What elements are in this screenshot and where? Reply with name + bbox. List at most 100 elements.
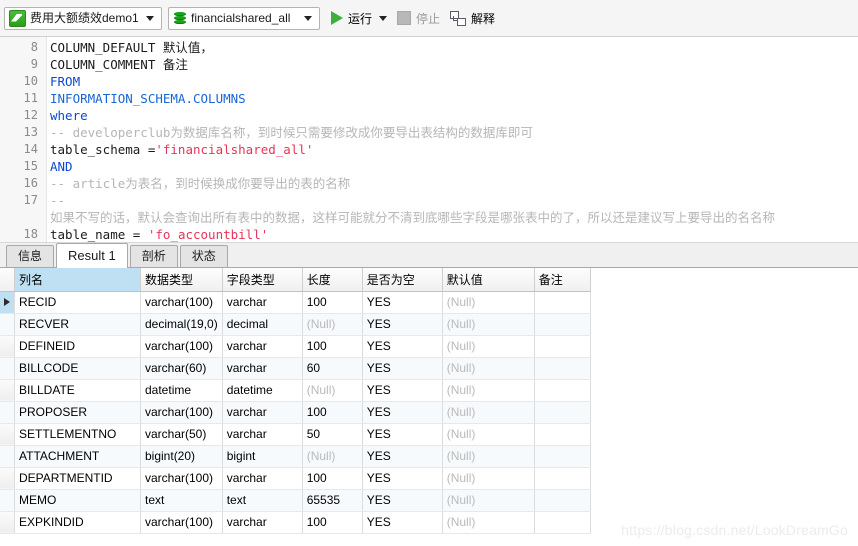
table-cell[interactable]: SETTLEMENTNO	[14, 423, 141, 446]
row-selector[interactable]	[0, 423, 15, 446]
table-cell[interactable]: YES	[362, 379, 443, 402]
table-cell[interactable]	[534, 335, 591, 358]
table-row[interactable]: MEMO text text 65535 YES (Null)	[0, 489, 591, 512]
table-cell[interactable]: (Null)	[442, 291, 535, 314]
table-cell[interactable]: MEMO	[14, 489, 141, 512]
row-selector[interactable]	[0, 357, 15, 380]
row-selector[interactable]	[0, 313, 15, 336]
table-cell[interactable]: varchar(100)	[140, 401, 223, 424]
table-cell[interactable]: BILLCODE	[14, 357, 141, 380]
database-selector[interactable]: financialshared_all	[168, 6, 320, 30]
table-cell[interactable]: DEFINEID	[14, 335, 141, 358]
run-button[interactable]: 运行	[326, 6, 392, 30]
table-cell[interactable]: 100	[302, 467, 363, 490]
result-tab[interactable]: Result 1	[56, 243, 128, 268]
table-row[interactable]: RECVER decimal(19,0) decimal (Null) YES (Null…	[0, 313, 591, 336]
column-header[interactable]: 长度	[302, 268, 363, 292]
table-cell[interactable]: EXPKINDID	[14, 511, 141, 534]
table-cell[interactable]: (Null)	[442, 357, 535, 380]
table-cell[interactable]: (Null)	[442, 445, 535, 468]
table-row[interactable]: BILLCODE varchar(60) varchar 60 YES (Null)	[0, 357, 591, 380]
result-tab[interactable]: 剖析	[129, 245, 178, 267]
table-cell[interactable]: varchar(100)	[140, 467, 223, 490]
result-tab[interactable]: 信息	[6, 245, 55, 267]
table-cell[interactable]: (Null)	[302, 379, 363, 402]
table-cell[interactable]: RECID	[14, 291, 141, 314]
table-cell[interactable]: (Null)	[302, 445, 363, 468]
table-cell[interactable]: PROPOSER	[14, 401, 141, 424]
row-selector[interactable]	[0, 401, 15, 424]
column-header[interactable]: 备注	[534, 268, 591, 292]
table-cell[interactable]: 100	[302, 335, 363, 358]
table-cell[interactable]: YES	[362, 511, 443, 534]
table-cell[interactable]: (Null)	[442, 401, 535, 424]
row-selector[interactable]	[0, 467, 15, 490]
table-cell[interactable]: ATTACHMENT	[14, 445, 141, 468]
table-cell[interactable]: BILLDATE	[14, 379, 141, 402]
table-cell[interactable]: (Null)	[442, 467, 535, 490]
table-cell[interactable]: YES	[362, 291, 443, 314]
table-cell[interactable]: 50	[302, 423, 363, 446]
table-cell[interactable]: (Null)	[302, 313, 363, 336]
table-cell[interactable]: YES	[362, 467, 443, 490]
table-cell[interactable]: bigint	[222, 445, 303, 468]
table-cell[interactable]: datetime	[140, 379, 223, 402]
column-header[interactable]: 数据类型	[140, 268, 223, 292]
result-grid[interactable]: 列名 数据类型 字段类型 长度 是否为空 默认值 备注 RECID varchar(100) v…	[0, 268, 858, 546]
explain-button[interactable]: 解释	[445, 6, 500, 30]
chevron-down-icon[interactable]	[146, 15, 154, 21]
table-cell[interactable]: (Null)	[442, 511, 535, 534]
table-cell[interactable]: varchar	[222, 291, 303, 314]
table-cell[interactable]	[534, 291, 591, 314]
table-row[interactable]: ATTACHMENT bigint(20) bigint (Null) YES (Null…	[0, 445, 591, 468]
table-cell[interactable]: varchar	[222, 511, 303, 534]
table-cell[interactable]	[534, 489, 591, 512]
table-cell[interactable]	[534, 423, 591, 446]
column-header[interactable]: 列名	[14, 268, 141, 292]
table-cell[interactable]: YES	[362, 335, 443, 358]
table-cell[interactable]: varchar(60)	[140, 357, 223, 380]
table-cell[interactable]: varchar(100)	[140, 335, 223, 358]
table-cell[interactable]: (Null)	[442, 379, 535, 402]
table-cell[interactable]: varchar	[222, 335, 303, 358]
connection-selector[interactable]: 费用大额绩效demo1	[4, 6, 162, 30]
table-row[interactable]: SETTLEMENTNO varchar(50) varchar 50 YES (Null…	[0, 423, 591, 446]
table-cell[interactable]: (Null)	[442, 335, 535, 358]
table-row[interactable]: PROPOSER varchar(100) varchar 100 YES (Null)	[0, 401, 591, 424]
table-cell[interactable]	[534, 445, 591, 468]
table-cell[interactable]: varchar(50)	[140, 423, 223, 446]
table-cell[interactable]: decimal(19,0)	[140, 313, 223, 336]
table-cell[interactable]	[534, 401, 591, 424]
table-row[interactable]: RECID varchar(100) varchar 100 YES (Null)	[0, 291, 591, 314]
table-cell[interactable]: 100	[302, 291, 363, 314]
sql-editor[interactable]: 8 COLUMN_DEFAULT 默认值， 9 COLUMN_COMMENT 备注…	[0, 37, 858, 243]
table-cell[interactable]: YES	[362, 489, 443, 512]
row-selector[interactable]	[0, 291, 15, 314]
row-selector[interactable]	[0, 379, 15, 402]
chevron-down-icon[interactable]	[304, 15, 312, 21]
table-cell[interactable]: YES	[362, 445, 443, 468]
row-selector[interactable]	[0, 335, 15, 358]
row-selector[interactable]	[0, 489, 15, 512]
table-cell[interactable]: RECVER	[14, 313, 141, 336]
table-cell[interactable]: 100	[302, 401, 363, 424]
table-cell[interactable]: varchar	[222, 423, 303, 446]
table-cell[interactable]	[534, 379, 591, 402]
table-row[interactable]: DEFINEID varchar(100) varchar 100 YES (Null)	[0, 335, 591, 358]
table-cell[interactable]	[534, 467, 591, 490]
table-cell[interactable]: YES	[362, 401, 443, 424]
table-cell[interactable]: (Null)	[442, 489, 535, 512]
table-cell[interactable]: varchar(100)	[140, 291, 223, 314]
table-row[interactable]: DEPARTMENTID varchar(100) varchar 100 YES (Nu…	[0, 467, 591, 490]
table-cell[interactable]	[534, 313, 591, 336]
table-row[interactable]: BILLDATE datetime datetime (Null) YES (Null)	[0, 379, 591, 402]
table-cell[interactable]: bigint(20)	[140, 445, 223, 468]
table-cell[interactable]: text	[222, 489, 303, 512]
table-cell[interactable]: YES	[362, 357, 443, 380]
table-cell[interactable]: varchar	[222, 401, 303, 424]
table-cell[interactable]: DEPARTMENTID	[14, 467, 141, 490]
run-dropdown-chevron-icon[interactable]	[379, 15, 388, 21]
table-cell[interactable]: (Null)	[442, 423, 535, 446]
table-cell[interactable]: varchar	[222, 467, 303, 490]
table-cell[interactable]: varchar	[222, 357, 303, 380]
